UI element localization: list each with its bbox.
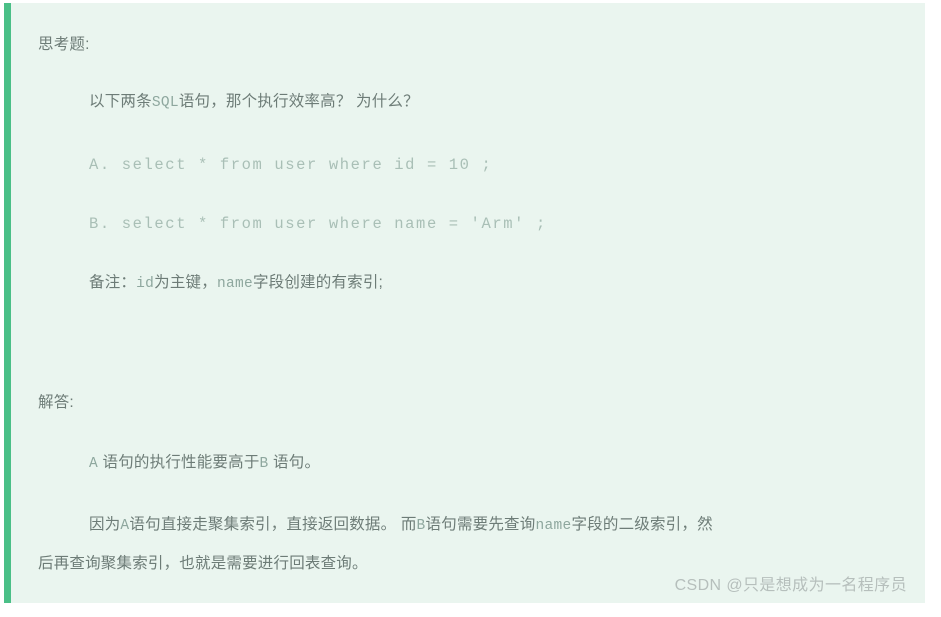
answer-detail-line-1: 因为A语句直接走聚集索引，直接返回数据。 而B语句需要先查询name字段的二级索… — [89, 516, 713, 535]
option-b-sql: B. select * from user where name = 'Arm'… — [89, 215, 547, 233]
note-text-primary-key: 为主键， — [154, 274, 217, 291]
question-prompt-part1: 以下两条 — [89, 93, 152, 110]
option-a-sql: A. select * from user where id = 10 ; — [89, 156, 493, 174]
note-code-id: id — [136, 276, 155, 292]
note-code-name: name — [216, 276, 253, 292]
note-text-index: 字段创建的有索引; — [252, 274, 384, 291]
detail1-text-2: 语句直接走聚集索引，直接返回数据。 而 — [129, 516, 417, 533]
detail1-code-name: name — [535, 518, 572, 534]
question-note: 备注：id为主键，name字段创建的有索引; — [89, 274, 383, 293]
answer-summary: A 语句的执行性能要高于B 语句。 — [89, 454, 320, 473]
answer-heading: 解答: — [38, 394, 74, 411]
answer-summary-text-2: 语句。 — [268, 454, 321, 471]
detail1-code-b: B — [416, 518, 426, 534]
quote-callout-card: 思考题: 以下两条SQL语句，那个执行效率高？ 为什么？ A. select *… — [4, 3, 925, 603]
note-label: 备注： — [89, 274, 137, 291]
detail1-text-4: 字段的二级索引，然 — [571, 516, 713, 533]
answer-summary-code-b: B — [259, 456, 269, 472]
detail1-text-1: 因为 — [89, 516, 121, 533]
question-prompt: 以下两条SQL语句，那个执行效率高？ 为什么？ — [89, 93, 419, 112]
detail1-text-3: 语句需要先查询 — [425, 516, 536, 533]
question-prompt-part2: 语句，那个执行效率高？ 为什么？ — [178, 93, 419, 110]
answer-summary-code-a: A — [89, 456, 99, 472]
question-heading: 思考题: — [38, 36, 90, 53]
csdn-watermark: CSDN @只是想成为一名程序员 — [674, 577, 907, 594]
answer-detail-line-2: 后再查询聚集索引，也就是需要进行回表查询。 — [38, 555, 368, 572]
question-prompt-code: SQL — [151, 95, 179, 111]
answer-summary-text-1: 语句的执行性能要高于 — [98, 454, 260, 471]
card-content: 思考题: 以下两条SQL语句，那个执行效率高？ 为什么？ A. select *… — [11, 3, 925, 603]
